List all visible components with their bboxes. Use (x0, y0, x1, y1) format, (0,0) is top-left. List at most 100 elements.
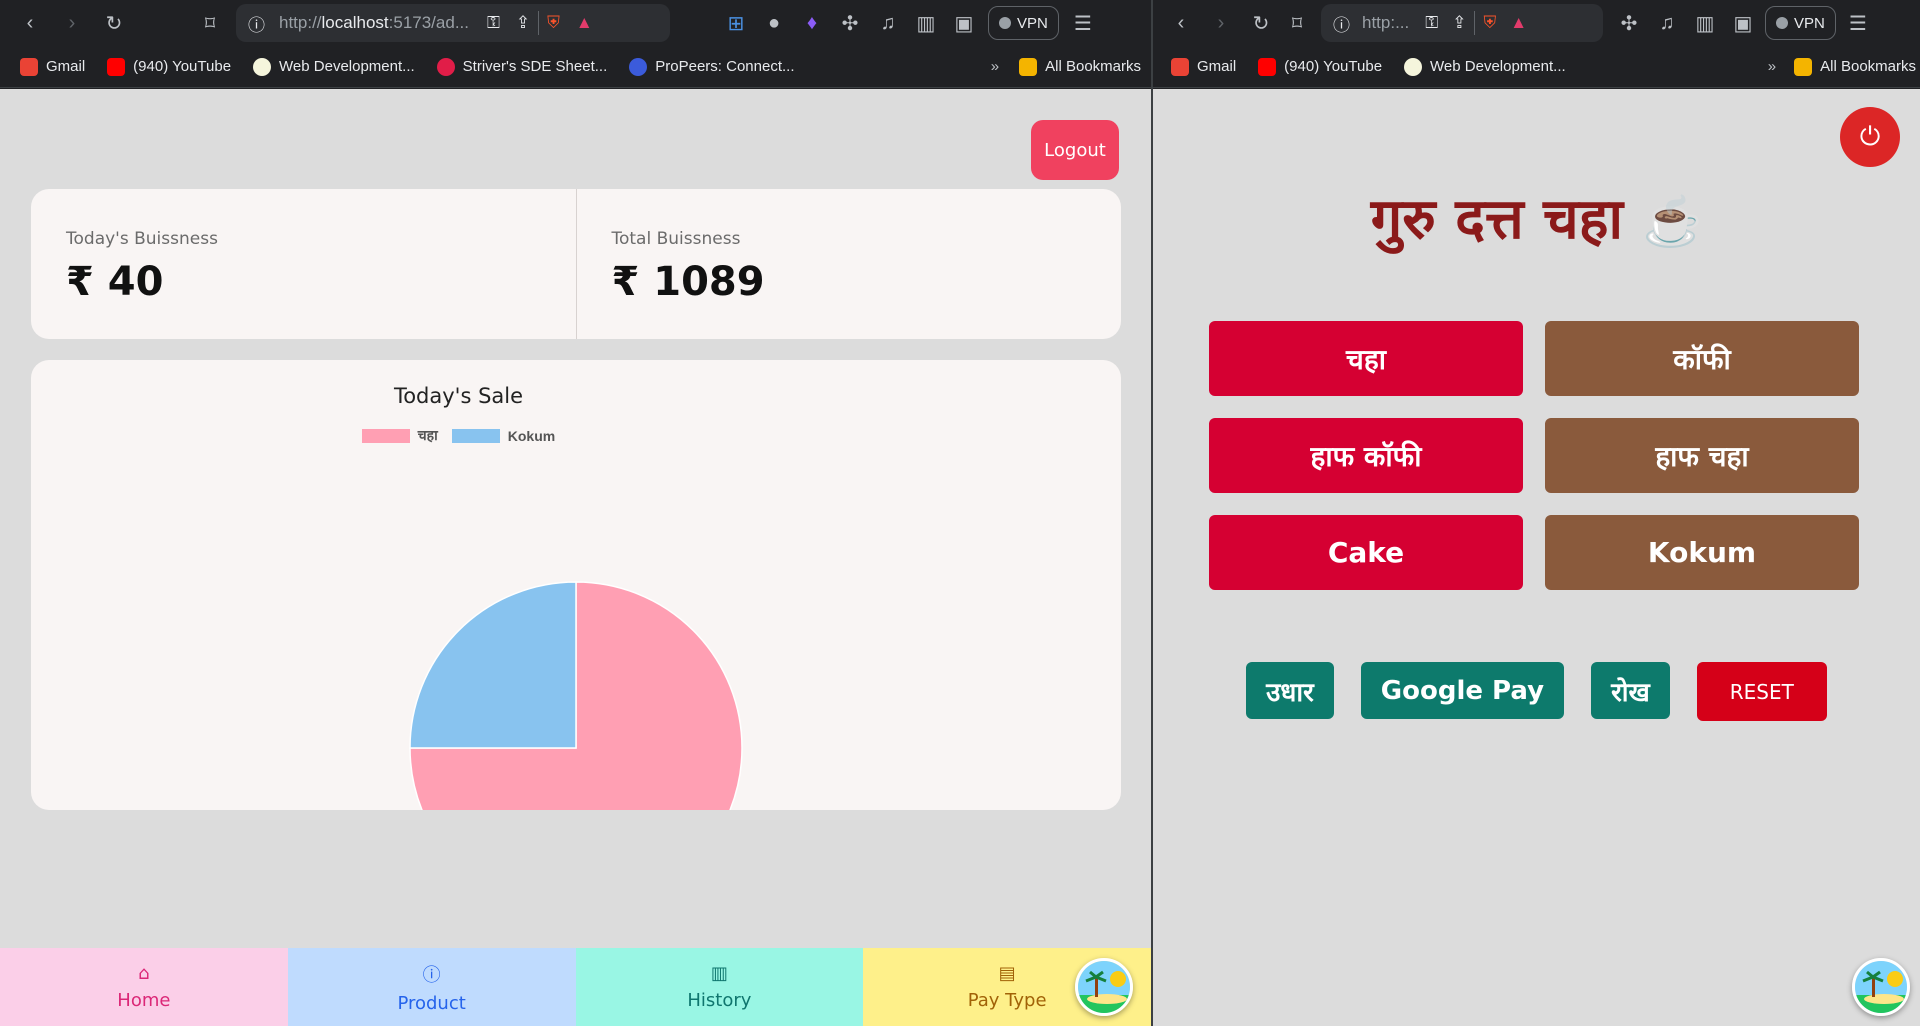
bookmark-web-dev[interactable]: Web Development... (253, 57, 415, 76)
today-sale-chart-card: Today's Sale चहा Kokum (31, 360, 1121, 810)
bookmark-icon[interactable]: ⌑ (196, 9, 224, 37)
pay-cash-button[interactable]: रोख (1591, 662, 1670, 719)
bottom-navigation: ⌂ Home ⓘ Product ▥ History ▤ Pay Type (0, 948, 1151, 1026)
brave-shield-icon[interactable]: ⛨ (1483, 13, 1496, 33)
reload-icon[interactable]: ↻ (100, 9, 128, 37)
key-icon[interactable]: ⚿ (487, 13, 500, 33)
reload-icon[interactable]: ↻ (1247, 9, 1275, 37)
logout-button[interactable]: Logout (1031, 120, 1119, 180)
sidebar-icon[interactable]: ▥ (1691, 9, 1719, 37)
total-business-label: Total Buissness (611, 229, 741, 249)
money-icon: ▤ (998, 963, 1016, 984)
left-browser-window: ‹ › ↻ ⌑ ⓘ http://localhost:5173/ad... ⚿ … (0, 0, 1151, 1026)
tuf-icon (436, 57, 455, 76)
product-button-half-coffee[interactable]: हाफ कॉफी (1209, 418, 1523, 493)
all-bookmarks[interactable]: All Bookmarks (1019, 57, 1141, 76)
sidebar-icon[interactable]: ▥ (912, 9, 940, 37)
extension-mouse-icon[interactable]: ● (760, 9, 788, 37)
avatar[interactable] (1075, 958, 1133, 1016)
forward-icon[interactable]: › (1207, 9, 1235, 37)
product-button-coffee[interactable]: कॉफी (1545, 321, 1859, 396)
wallet-icon[interactable]: ▣ (1729, 9, 1757, 37)
power-button[interactable]: ⏻ (1840, 107, 1900, 167)
pay-google-pay-button[interactable]: Google Pay (1360, 662, 1565, 719)
all-bookmarks-label: All Bookmarks (1045, 58, 1141, 75)
nav-tab-home[interactable]: ⌂ Home (0, 948, 288, 1026)
vpn-label: VPN (1794, 14, 1825, 32)
share-icon[interactable]: ⇪ (1452, 13, 1466, 33)
address-bar[interactable]: ⓘ http://localhost:5173/ad... ⚿ ⇪ ⛨ ▲ (236, 4, 670, 42)
url-host: localhost (321, 13, 389, 32)
site-info-icon[interactable]: ⓘ (1333, 11, 1350, 36)
site-info-icon[interactable]: ⓘ (248, 11, 265, 36)
share-icon[interactable]: ⇪ (516, 13, 530, 33)
total-business-value: ₹ 1089 (611, 259, 765, 305)
pie-chart (409, 581, 743, 810)
media-icon[interactable]: ♫ (874, 9, 902, 37)
bookmark-icon[interactable]: ⌑ (1283, 9, 1311, 37)
avatar[interactable] (1852, 958, 1910, 1016)
reset-button[interactable]: RESET (1696, 662, 1827, 721)
vpn-button[interactable]: VPN (1765, 6, 1836, 40)
bookmark-striver[interactable]: Striver's SDE Sheet... (436, 57, 608, 76)
total-business-stat: Total Buissness ₹ 1089 (575, 189, 1122, 339)
youtube-icon (1258, 57, 1277, 76)
extension-drop-icon[interactable]: ♦ (798, 9, 826, 37)
today-business-label: Today's Buissness (66, 229, 218, 249)
product-grid: चहा कॉफी हाफ कॉफी हाफ चहा Cake Kokum (1209, 321, 1859, 590)
product-button-cake[interactable]: Cake (1209, 515, 1523, 590)
bookmark-web-dev[interactable]: Web Development... (1404, 57, 1566, 76)
bookmark-propeers[interactable]: ProPeers: Connect... (629, 57, 794, 76)
translate-icon[interactable]: ⊞ (722, 9, 750, 37)
today-business-stat: Today's Buissness ₹ 40 (31, 189, 576, 339)
brave-rewards-icon[interactable]: ▲ (1510, 13, 1527, 33)
web-dev-icon (253, 57, 272, 76)
bookmarks-overflow-icon[interactable]: » (1768, 58, 1776, 75)
vpn-button[interactable]: VPN (988, 6, 1059, 40)
extensions-icon[interactable]: ✣ (836, 9, 864, 37)
nav-tab-history[interactable]: ▥ History (575, 948, 864, 1026)
brave-rewards-icon[interactable]: ▲ (576, 13, 593, 33)
brave-shield-icon[interactable]: ⛨ (547, 13, 560, 33)
home-icon: ⌂ (138, 963, 150, 984)
folder-icon (1794, 57, 1813, 76)
product-button-half-chaha[interactable]: हाफ चहा (1545, 418, 1859, 493)
nav-label: Product (397, 992, 466, 1014)
menu-icon[interactable]: ☰ (1069, 9, 1097, 37)
beach-avatar-icon (1855, 961, 1907, 1013)
gmail-icon (20, 57, 38, 76)
product-button-chaha[interactable]: चहा (1209, 321, 1523, 396)
bookmark-label: Gmail (46, 58, 86, 75)
all-bookmarks[interactable]: All Bookmarks (1794, 57, 1916, 76)
brand-name: गुरु दत्त चहा (1370, 186, 1623, 252)
back-icon[interactable]: ‹ (1167, 9, 1195, 37)
back-icon[interactable]: ‹ (16, 9, 44, 37)
wallet-icon[interactable]: ▣ (950, 9, 978, 37)
address-bar[interactable]: ⓘ http:... ⚿ ⇪ ⛨ ▲ (1321, 4, 1603, 42)
bookmarks-overflow-icon[interactable]: » (991, 58, 999, 75)
product-button-kokum[interactable]: Kokum (1545, 515, 1859, 590)
extensions-icon[interactable]: ✣ (1615, 9, 1643, 37)
nav-label: Home (117, 990, 171, 1011)
right-browser-window: ‹ › ↻ ⌑ ⓘ http:... ⚿ ⇪ ⛨ ▲ ✣ ♫ ▥ ▣ VPN ☰… (1153, 0, 1920, 1026)
bookmark-gmail[interactable]: Gmail (20, 57, 86, 76)
nav-tab-product[interactable]: ⓘ Product (287, 948, 576, 1026)
pie-slice[interactable] (409, 581, 577, 749)
media-icon[interactable]: ♫ (1653, 9, 1681, 37)
folder-icon (1019, 57, 1038, 76)
power-icon: ⏻ (1859, 121, 1881, 151)
bookmark-label: Striver's SDE Sheet... (462, 58, 608, 75)
vpn-status-icon (1776, 17, 1788, 29)
pay-udhar-button[interactable]: उधार (1246, 662, 1334, 719)
forward-icon[interactable]: › (58, 9, 86, 37)
menu-icon[interactable]: ☰ (1844, 9, 1872, 37)
key-icon[interactable]: ⚿ (1425, 13, 1438, 33)
today-business-value: ₹ 40 (66, 259, 164, 305)
divider (538, 11, 540, 35)
bookmark-gmail[interactable]: Gmail (1171, 57, 1236, 76)
bookmark-label: Web Development... (279, 58, 415, 75)
propeers-icon (629, 57, 648, 76)
pos-screen: ⏻ गुरु दत्त चहा ☕ चहा कॉफी हाफ कॉफी हाफ … (1153, 89, 1920, 1026)
bookmark-youtube[interactable]: (940) YouTube (1258, 57, 1382, 76)
bookmark-youtube[interactable]: (940) YouTube (107, 57, 231, 76)
